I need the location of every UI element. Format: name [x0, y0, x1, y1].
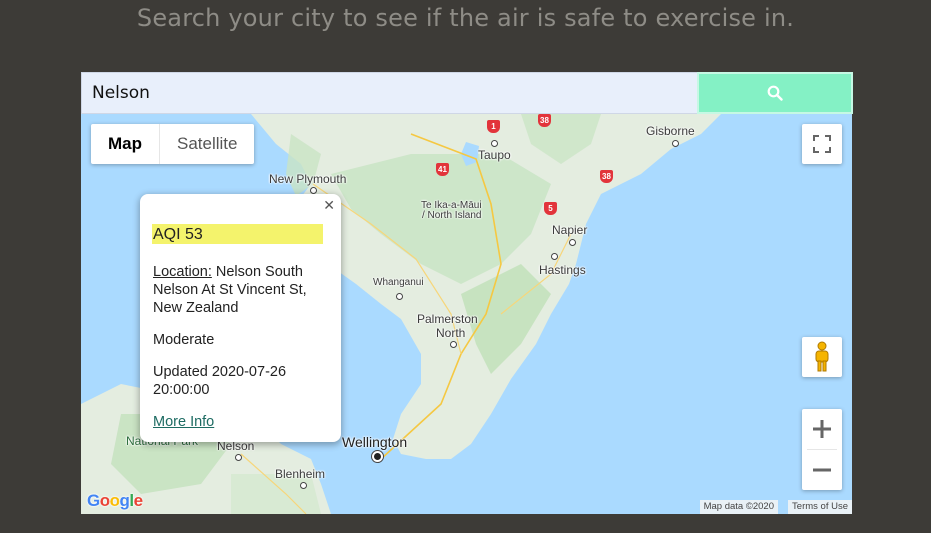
- terms-of-use-link[interactable]: Terms of Use: [788, 500, 852, 514]
- city-dot-blenheim: [300, 482, 307, 489]
- headline: Search your city to see if the air is sa…: [136, 4, 795, 32]
- search-input[interactable]: [81, 72, 697, 114]
- city-dot-nelson: [235, 454, 242, 461]
- more-info-link[interactable]: More Info: [153, 414, 214, 430]
- route-shield: 38: [538, 114, 551, 127]
- search-icon: [767, 85, 783, 101]
- city-dot-taupo: [491, 140, 498, 147]
- close-icon[interactable]: ✕: [323, 197, 335, 214]
- route-shield: 1: [487, 120, 500, 133]
- street-view-pegman[interactable]: [802, 337, 842, 377]
- google-logo: Google: [87, 491, 143, 510]
- zoom-in-button[interactable]: [802, 409, 842, 449]
- aqi-value: AQI 53: [152, 224, 323, 244]
- place-label-palmerston-north: North: [436, 326, 466, 340]
- city-dot-napier: [569, 239, 576, 246]
- map-type-satellite-button[interactable]: Satellite: [160, 124, 254, 164]
- plus-icon: [813, 420, 831, 438]
- fullscreen-button[interactable]: [802, 124, 842, 164]
- google-logo-g: G: [87, 491, 100, 510]
- route-shield: 41: [436, 163, 449, 176]
- place-label-palmerston: Palmerston: [417, 312, 478, 326]
- location-text: Location: Nelson South Nelson At St Vinc…: [153, 263, 338, 317]
- map-data-attribution: Map data ©2020: [699, 500, 778, 514]
- city-dot-hastings: [551, 253, 558, 260]
- route-shield: 38: [600, 170, 613, 183]
- place-label-whanganui: Whanganui: [373, 277, 424, 288]
- place-label-north-island: / North Island: [422, 210, 482, 221]
- route-shield: 5: [544, 202, 557, 215]
- place-label-napier: Napier: [552, 223, 588, 237]
- city-dot-gisborne: [672, 140, 679, 147]
- place-label-new-plymouth: New Plymouth: [269, 172, 347, 186]
- place-label-hastings: Hastings: [539, 263, 586, 277]
- place-label-gisborne: Gisborne: [646, 124, 695, 138]
- place-label-wellington: Wellington: [342, 434, 408, 450]
- city-dot-new-plymouth: [310, 187, 317, 194]
- map-type-control: Map Satellite: [91, 124, 255, 164]
- fullscreen-icon: [813, 135, 831, 153]
- place-label-taupo: Taupo: [478, 148, 511, 162]
- search-bar: [81, 72, 853, 114]
- map-type-map-button[interactable]: Map: [91, 124, 160, 164]
- location-label: Location:: [153, 264, 212, 280]
- city-dot-palmerston-north: [450, 341, 457, 348]
- pegman-icon: [815, 341, 829, 372]
- info-window: ✕ AQI 53 Location: Nelson South Nelson A…: [140, 194, 341, 442]
- zoom-control: [802, 409, 842, 490]
- city-dot-whanganui: [396, 293, 403, 300]
- search-button[interactable]: [697, 72, 853, 114]
- updated-time: Updated 2020-07-26 20:00:00: [153, 364, 287, 398]
- minus-icon: [813, 468, 831, 472]
- place-label-blenheim: Blenheim: [275, 467, 326, 481]
- aqi-level: Moderate: [153, 332, 215, 348]
- zoom-out-button[interactable]: [802, 450, 842, 490]
- map[interactable]: Gisborne Taupo New Plymouth Te Ika-a-Māu…: [81, 114, 852, 514]
- city-dot-wellington: [372, 451, 383, 462]
